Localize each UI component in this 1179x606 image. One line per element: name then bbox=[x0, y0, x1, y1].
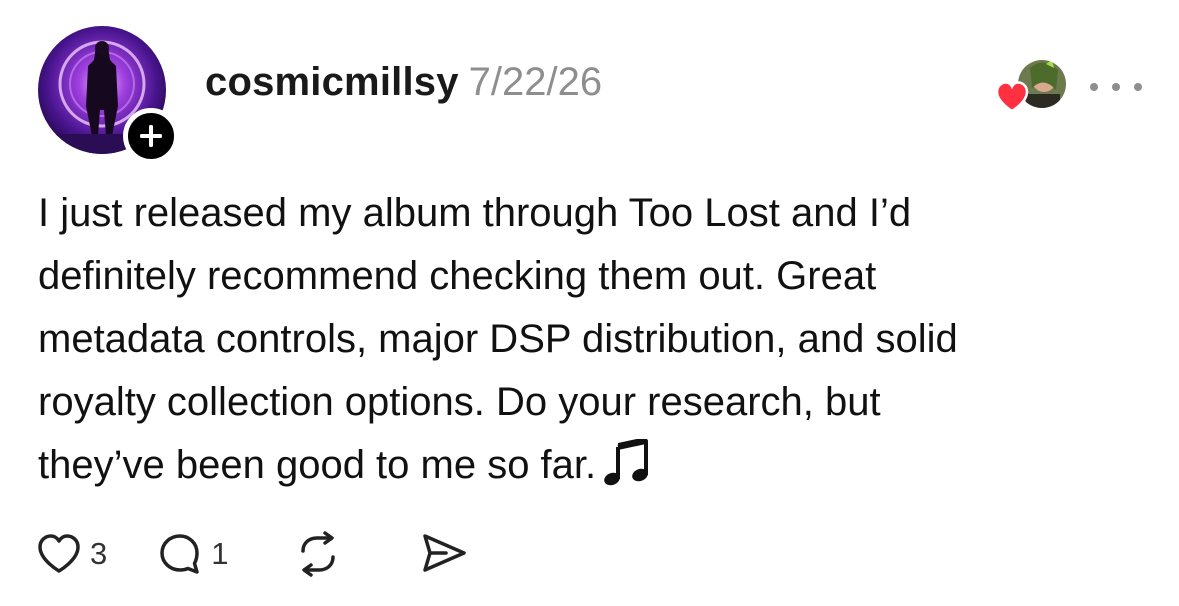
comment-bubble-icon bbox=[160, 534, 199, 574]
heart-icon bbox=[38, 534, 80, 573]
more-options-button[interactable] bbox=[1090, 72, 1142, 102]
post-body-line-last: they’ve been good to me so far. bbox=[38, 434, 1138, 497]
repost-icon bbox=[300, 531, 335, 577]
share-button[interactable] bbox=[419, 531, 469, 577]
more-icon-dot bbox=[1134, 83, 1142, 91]
thread-post: cosmicmillsy 7/22/26 I just released my … bbox=[0, 0, 1179, 606]
post-body: I just released my album through Too Los… bbox=[38, 182, 1138, 497]
like-button[interactable]: 3 bbox=[36, 533, 107, 575]
post-timestamp: 7/22/26 bbox=[468, 60, 603, 104]
post-body-line: metadata controls, major DSP distributio… bbox=[38, 317, 958, 361]
post-body-line: definitely recommend checking them out. … bbox=[38, 254, 877, 298]
more-icon-dot bbox=[1112, 83, 1120, 91]
like-count: 3 bbox=[90, 536, 108, 571]
heart-icon bbox=[995, 81, 1029, 113]
action-bar: 3 1 bbox=[36, 528, 469, 580]
post-body-line: royalty collection options. Do your rese… bbox=[38, 380, 881, 424]
username-link[interactable]: cosmicmillsy bbox=[205, 60, 459, 105]
comment-count: 1 bbox=[211, 536, 229, 571]
repost-button[interactable] bbox=[295, 531, 341, 577]
send-icon bbox=[422, 534, 466, 572]
comment-button[interactable]: 1 bbox=[157, 531, 229, 577]
follow-button[interactable] bbox=[123, 108, 179, 164]
music-note-icon bbox=[604, 439, 649, 486]
author-avatar-container bbox=[38, 26, 179, 164]
post-header: cosmicmillsy 7/22/26 bbox=[205, 60, 602, 114]
post-body-line: they’ve been good to me so far. bbox=[38, 443, 597, 487]
plus-icon bbox=[140, 125, 162, 147]
more-icon bbox=[1090, 83, 1098, 91]
post-body-line: I just released my album through Too Los… bbox=[38, 191, 912, 235]
